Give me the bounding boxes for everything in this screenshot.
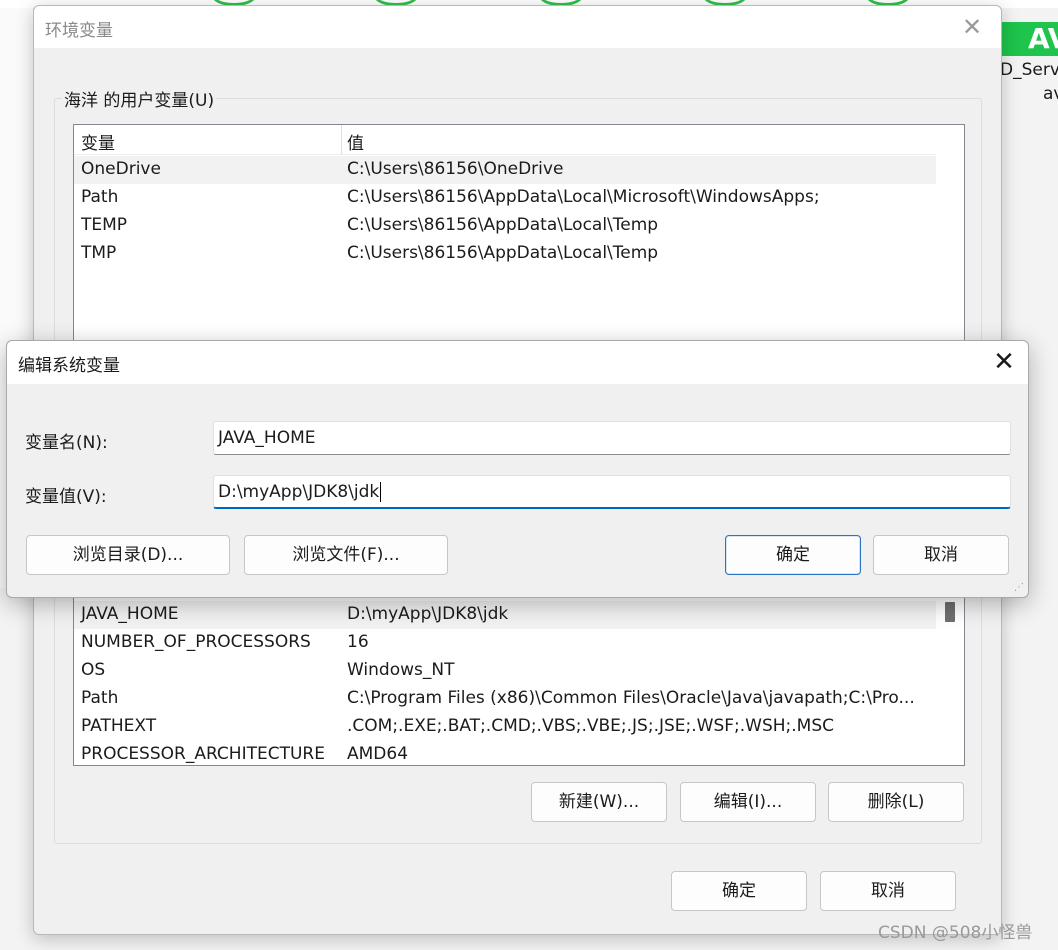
list-item[interactable]: TMP C:\Users\86156\AppData\Local\Temp [74,240,936,268]
watermark: CSDN @508小怪兽 [878,923,1033,943]
column-header-name[interactable]: 变量 [81,129,115,154]
system-variables-list[interactable]: JAVA_HOME D:\myApp\JDK8\jdk NUMBER_OF_PR… [73,591,965,766]
background-badge: AV [1002,22,1058,56]
text-caret [380,482,382,502]
variable-value-field[interactable]: D:\myApp\JDK8\jdk [213,475,1011,509]
user-variables-label: 海洋 的用户变量(U) [62,86,217,111]
ok-button[interactable]: 确定 [725,535,861,575]
variable-value: C:\Program Files (x86)\Common Files\Orac… [347,688,915,708]
browse-directory-button[interactable]: 浏览目录(D)... [26,535,230,575]
list-item[interactable]: PROCESSOR_ARCHITECTURE AMD64 [74,741,936,765]
cancel-button[interactable]: 取消 [820,871,956,911]
variable-value: C:\Users\86156\AppData\Local\Temp [347,215,659,235]
variable-name-value: JAVA_HOME [218,428,316,448]
background-text: av [1043,84,1058,104]
list-item[interactable]: TEMP C:\Users\86156\AppData\Local\Temp [74,212,936,240]
variable-name: PROCESSOR_ARCHITECTURE [81,744,325,764]
background-text: D_Servl [1000,60,1058,80]
variable-name: JAVA_HOME [81,604,179,624]
ok-button[interactable]: 确定 [671,871,807,911]
dialog-title-bar: 编辑系统变量 ✕ [7,341,1028,384]
list-item[interactable]: OneDrive C:\Users\86156\OneDrive [74,156,936,184]
variable-value: AMD64 [347,744,409,764]
dialog-title: 编辑系统变量 [18,356,120,376]
column-divider[interactable] [341,125,342,155]
resize-grip-icon[interactable]: ⋰ [1014,582,1024,593]
delete-variable-button[interactable]: 删除(L) [828,782,964,822]
variable-value-text: D:\myApp\JDK8\jdk [218,482,380,502]
variable-value: .COM;.EXE;.BAT;.CMD;.VBS;.VBE;.JS;.JSE;.… [347,716,835,736]
scrollbar-thumb[interactable] [945,602,955,622]
dialog-title-bar: 环境变量 ✕ [34,6,1001,48]
edit-variable-button[interactable]: 编辑(I)... [680,782,816,822]
dialog-title: 环境变量 [45,21,113,41]
variable-name: OneDrive [81,159,161,179]
variable-name: NUMBER_OF_PROCESSORS [81,632,311,652]
list-item[interactable]: OS Windows_NT [74,657,936,685]
variable-value: C:\Users\86156\AppData\Local\Temp [347,243,659,263]
variable-name-label: 变量名(N): [25,433,108,453]
variable-value: Windows_NT [347,660,455,680]
vertical-scrollbar[interactable] [936,592,964,765]
list-item[interactable]: Path C:\Program Files (x86)\Common Files… [74,685,936,713]
variable-name: Path [81,187,119,207]
variable-name-field[interactable]: JAVA_HOME [213,421,1011,455]
browse-file-button[interactable]: 浏览文件(F)... [244,535,448,575]
cancel-button[interactable]: 取消 [873,535,1009,575]
variable-name: TMP [81,243,117,263]
variable-name: TEMP [81,215,128,235]
list-header: 变量 值 [74,125,936,155]
close-icon[interactable]: ✕ [988,347,1020,379]
list-item[interactable]: Path C:\Users\86156\AppData\Local\Micros… [74,184,936,212]
list-item[interactable]: NUMBER_OF_PROCESSORS 16 [74,629,936,657]
variable-name: OS [81,660,106,680]
variable-value: 16 [347,632,369,652]
variable-value: C:\Users\86156\OneDrive [347,159,564,179]
column-header-value[interactable]: 值 [347,129,364,154]
variable-value: D:\myApp\JDK8\jdk [347,604,509,624]
variable-name: Path [81,688,119,708]
close-icon[interactable]: ✕ [957,12,987,42]
new-variable-button[interactable]: 新建(W)... [531,782,667,822]
variable-name: PATHEXT [81,716,157,736]
list-item[interactable]: JAVA_HOME D:\myApp\JDK8\jdk [74,601,936,629]
list-item[interactable]: PATHEXT .COM;.EXE;.BAT;.CMD;.VBS;.VBE;.J… [74,713,936,741]
edit-system-variable-dialog: 编辑系统变量 ✕ 变量名(N): JAVA_HOME 变量值(V): D:\my… [6,340,1029,598]
variable-value: C:\Users\86156\AppData\Local\Microsoft\W… [347,187,820,207]
variable-value-label: 变量值(V): [25,487,107,507]
